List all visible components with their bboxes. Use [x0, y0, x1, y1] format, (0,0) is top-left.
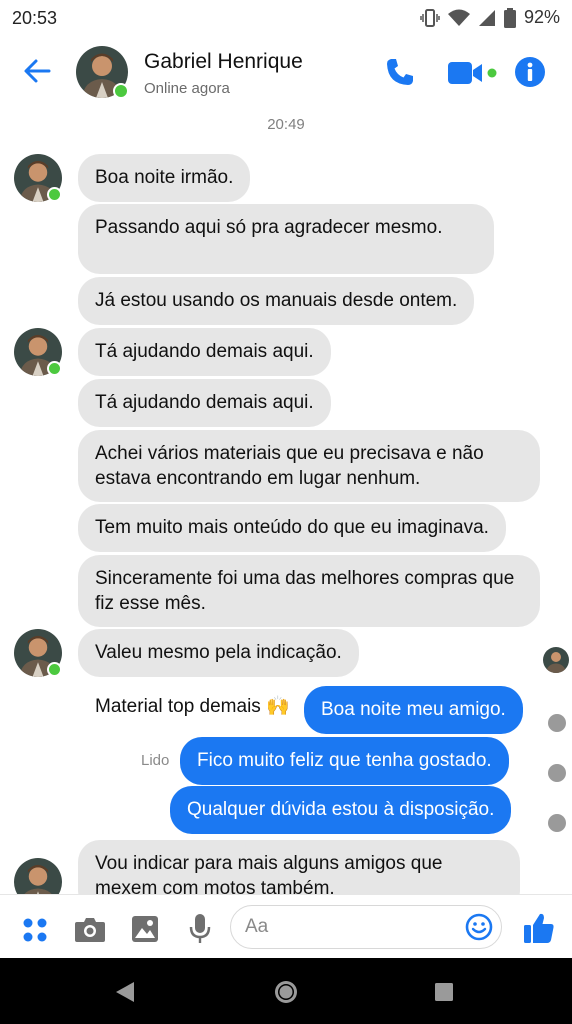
incoming-message[interactable]: Sinceramente foi uma das melhores compra… — [78, 555, 540, 627]
sender-avatar[interactable] — [14, 858, 62, 894]
back-arrow-icon[interactable] — [22, 56, 52, 86]
message-input[interactable]: Aa — [230, 905, 502, 949]
status-bar: 20:53 92% — [0, 0, 572, 36]
outgoing-message[interactable]: Qualquer dúvida estou à disposição. — [170, 786, 512, 834]
delivered-check-icon — [548, 814, 566, 832]
contact-status: Online agora — [144, 80, 230, 97]
incoming-message[interactable]: Achei vários materiais que eu precisava … — [78, 430, 540, 502]
nav-recents-icon[interactable] — [434, 982, 454, 1002]
incoming-message[interactable]: Tá ajudando demais aqui. — [78, 379, 331, 427]
delivered-check-icon — [548, 764, 566, 782]
emoji-icon[interactable] — [465, 913, 493, 941]
contact-name[interactable]: Gabriel Henrique — [144, 50, 303, 74]
info-icon[interactable] — [514, 56, 546, 88]
online-indicator — [47, 187, 62, 202]
thumbs-up-icon[interactable] — [522, 911, 556, 945]
nav-home-icon[interactable] — [272, 978, 300, 1006]
online-indicator — [113, 83, 129, 99]
menu-dots-icon[interactable] — [22, 917, 48, 943]
incoming-message[interactable]: Boa noite irmão. — [78, 154, 251, 202]
status-time: 20:53 — [12, 8, 58, 28]
battery-percent: 92% — [523, 7, 560, 27]
phone-call-icon[interactable] — [384, 56, 416, 88]
incoming-message[interactable]: Passando aqui só pra agradecer mesmo. — [78, 204, 494, 274]
incoming-message[interactable]: Valeu mesmo pela indicação. — [78, 629, 359, 677]
message-timestamp: 20:49 — [267, 116, 305, 133]
outgoing-message[interactable]: Fico muito feliz que tenha gostado. — [180, 737, 509, 785]
signal-icon — [478, 9, 495, 26]
online-indicator — [47, 662, 62, 677]
incoming-message[interactable]: Já estou usando os manuais desde ontem. — [78, 277, 475, 325]
microphone-icon[interactable] — [188, 913, 212, 945]
android-nav-bar — [0, 958, 572, 1024]
incoming-message[interactable]: Tem muito mais onteúdo do que eu imagina… — [78, 504, 506, 552]
nav-back-icon[interactable] — [114, 980, 136, 1004]
online-indicator — [47, 361, 62, 376]
vibrate-icon — [420, 8, 440, 27]
wifi-icon — [447, 9, 470, 26]
status-icons: 92% — [420, 7, 560, 28]
read-receipt-label: Lido — [141, 752, 170, 769]
composer-bar: Aa — [0, 894, 572, 959]
delivered-check-icon — [548, 714, 566, 732]
incoming-message[interactable]: Vou indicar para mais alguns amigos que … — [78, 840, 520, 894]
conversation-header: Gabriel Henrique Online agora — [0, 36, 572, 113]
battery-icon — [503, 7, 516, 28]
camera-icon[interactable] — [74, 915, 106, 943]
contact-avatar[interactable] — [76, 46, 129, 99]
gallery-icon[interactable] — [131, 915, 159, 943]
video-call-icon[interactable] — [448, 60, 498, 86]
message-thread[interactable]: 20:49 Boa noite irmão. Passando aqui só … — [0, 112, 572, 894]
incoming-message-text[interactable]: Material top demais 🙌 — [95, 694, 290, 718]
message-input-placeholder: Aa — [245, 916, 269, 937]
incoming-message[interactable]: Tá ajudando demais aqui. — [78, 328, 331, 376]
seen-avatar — [543, 647, 569, 673]
outgoing-message[interactable]: Boa noite meu amigo. — [304, 686, 523, 734]
